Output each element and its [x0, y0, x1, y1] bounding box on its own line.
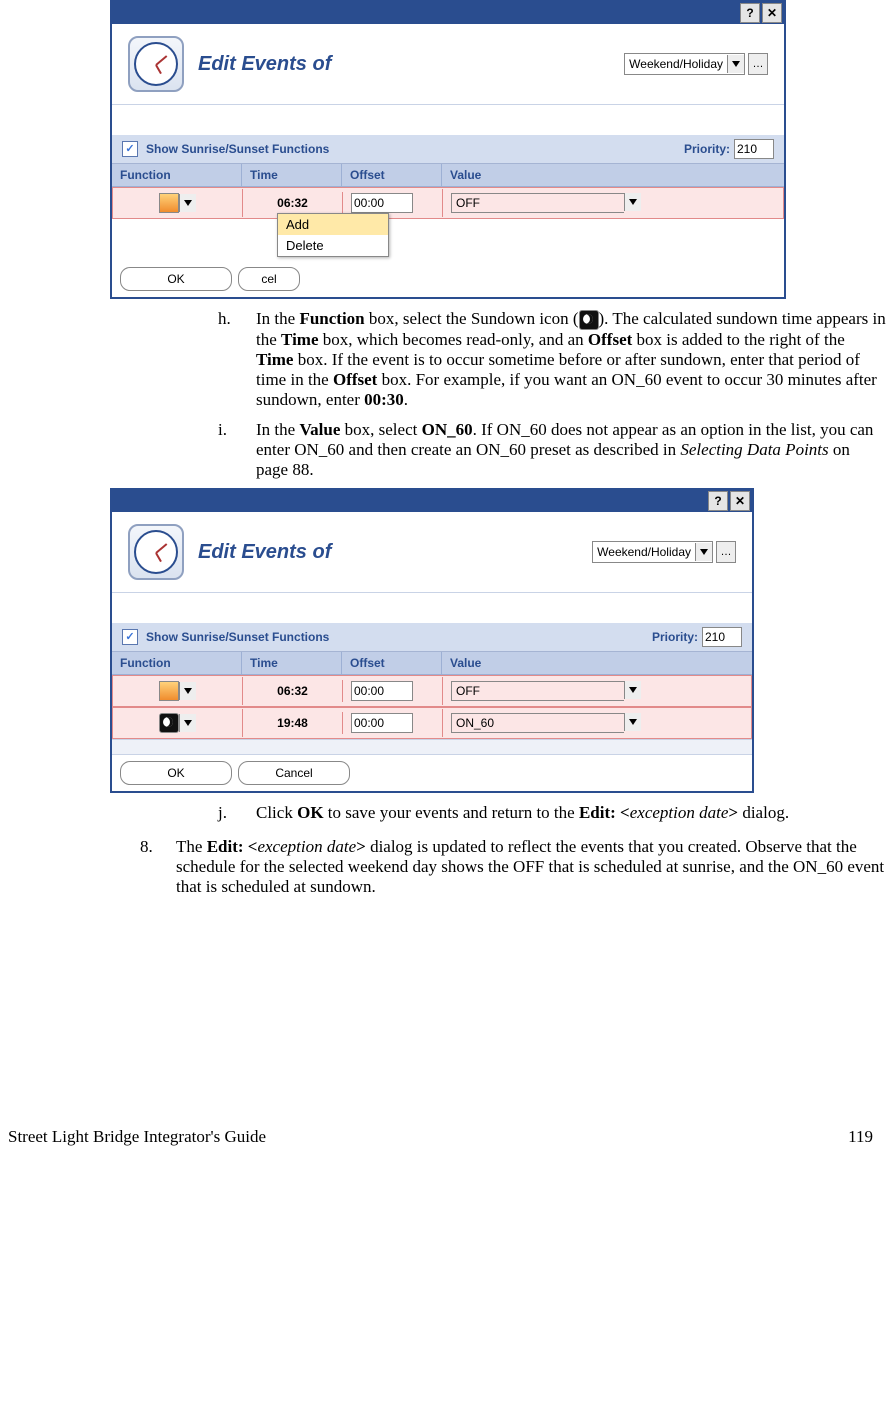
close-icon[interactable]: ✕ — [762, 3, 782, 23]
function-dropdown[interactable] — [179, 194, 196, 212]
chevron-down-icon[interactable] — [624, 713, 641, 731]
help-icon[interactable]: ? — [708, 491, 728, 511]
ok-button[interactable]: OK — [120, 761, 232, 785]
time-value: 06:32 — [243, 192, 343, 214]
chevron-down-icon[interactable] — [727, 55, 744, 73]
footer-title: Street Light Bridge Integrator's Guide — [8, 1127, 266, 1147]
dialog-titlebar: ? ✕ — [112, 2, 784, 24]
event-row[interactable]: 06:32 OFF — [112, 675, 752, 707]
dialog-titlebar: ? ✕ — [112, 490, 752, 512]
step-8-label: 8. — [140, 837, 176, 897]
column-headers: Function Time Offset Value — [112, 652, 752, 675]
value-select[interactable]: OFF — [451, 193, 641, 213]
col-function: Function — [112, 164, 242, 186]
value-select[interactable]: ON_60 — [451, 713, 641, 733]
sundown-icon — [159, 713, 179, 733]
column-headers: Function Time Offset Value — [112, 164, 784, 187]
col-value: Value — [442, 164, 784, 186]
function-dropdown[interactable] — [179, 682, 196, 700]
step-j-text: Click OK to save your events and return … — [256, 803, 886, 823]
clock-icon — [128, 524, 184, 580]
step-j-label: j. — [218, 803, 256, 823]
chevron-down-icon[interactable] — [624, 193, 641, 211]
col-value: Value — [442, 652, 752, 674]
show-sun-label: Show Sunrise/Sunset Functions — [146, 630, 329, 644]
step-i-label: i. — [218, 420, 256, 480]
edit-events-dialog-1: ? ✕ Edit Events of Weekend/Holiday … ✓ S… — [110, 0, 786, 299]
col-offset: Offset — [342, 164, 442, 186]
offset-input[interactable] — [351, 193, 413, 213]
schedule-value: Weekend/Holiday — [593, 545, 695, 559]
show-sun-checkbox[interactable]: ✓ — [122, 629, 138, 645]
value-text: OFF — [451, 193, 624, 213]
more-button[interactable]: … — [716, 541, 736, 563]
col-time: Time — [242, 164, 342, 186]
step-i-text: In the Value box, select ON_60. If ON_60… — [256, 420, 886, 480]
chevron-down-icon[interactable] — [624, 681, 641, 699]
cancel-button-truncated[interactable]: cel — [238, 267, 300, 291]
step-h-label: h. — [218, 309, 256, 410]
menu-delete[interactable]: Delete — [278, 235, 388, 256]
priority-label: Priority: — [684, 142, 730, 156]
dialog-title: Edit Events of — [198, 53, 610, 76]
col-time: Time — [242, 652, 342, 674]
col-function: Function — [112, 652, 242, 674]
priority-label: Priority: — [652, 630, 698, 644]
event-row[interactable]: 19:48 ON_60 — [112, 707, 752, 739]
value-text: OFF — [451, 681, 624, 701]
time-value: 06:32 — [243, 680, 343, 702]
schedule-selector[interactable]: Weekend/Holiday — [592, 541, 713, 563]
function-dropdown[interactable] — [179, 714, 196, 732]
step-8-text: The Edit: <exception date> dialog is upd… — [176, 837, 893, 897]
edit-events-dialog-2: ? ✕ Edit Events of Weekend/Holiday … ✓ S… — [110, 488, 754, 793]
page-number: 119 — [848, 1127, 873, 1147]
help-icon[interactable]: ? — [740, 3, 760, 23]
offset-input[interactable] — [351, 681, 413, 701]
dialog-title: Edit Events of — [198, 541, 578, 564]
value-select[interactable]: OFF — [451, 681, 641, 701]
show-sun-label: Show Sunrise/Sunset Functions — [146, 142, 329, 156]
col-offset: Offset — [342, 652, 442, 674]
close-icon[interactable]: ✕ — [730, 491, 750, 511]
show-sun-checkbox[interactable]: ✓ — [122, 141, 138, 157]
value-text: ON_60 — [451, 713, 624, 733]
event-row[interactable]: 06:32 OFF — [112, 187, 784, 219]
sunrise-icon — [159, 193, 179, 213]
offset-input[interactable] — [351, 713, 413, 733]
menu-add[interactable]: Add — [278, 214, 388, 235]
time-value: 19:48 — [243, 712, 343, 734]
more-button[interactable]: … — [748, 53, 768, 75]
context-menu: Add Delete — [277, 213, 389, 257]
sunrise-icon — [159, 681, 179, 701]
schedule-selector[interactable]: Weekend/Holiday — [624, 53, 745, 75]
priority-input[interactable] — [702, 627, 742, 647]
clock-icon — [128, 36, 184, 92]
sundown-icon — [579, 310, 599, 330]
chevron-down-icon[interactable] — [695, 543, 712, 561]
ok-button[interactable]: OK — [120, 267, 232, 291]
schedule-value: Weekend/Holiday — [625, 57, 727, 71]
cancel-button[interactable]: Cancel — [238, 761, 350, 785]
step-h-text: In the Function box, select the Sundown … — [256, 309, 886, 410]
priority-input[interactable] — [734, 139, 774, 159]
